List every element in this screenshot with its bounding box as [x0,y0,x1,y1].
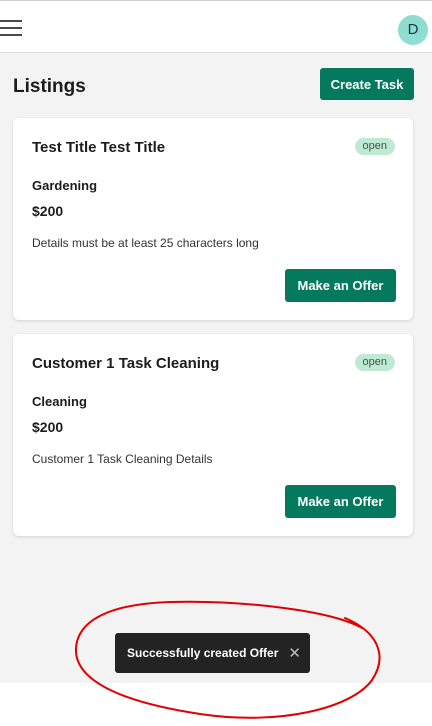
app-header: D [0,1,432,53]
toast-notification: Successfully created Offer ✕ [115,633,310,673]
listing-category: Cleaning [32,394,87,409]
create-task-button[interactable]: Create Task [320,68,414,100]
page-title: Listings [13,76,86,97]
bottom-area [0,683,432,726]
make-offer-button[interactable]: Make an Offer [285,269,396,302]
listing-details: Customer 1 Task Cleaning Details [32,452,213,466]
listing-card: Test Title Test Title open Gardening $20… [13,118,413,320]
listing-price: $200 [32,203,64,219]
listing-category: Gardening [32,178,98,193]
status-badge: open [354,354,395,371]
listing-card: Customer 1 Task Cleaning open Cleaning $… [13,334,413,536]
listing-title: Test Title Test Title [32,139,166,156]
listing-title: Customer 1 Task Cleaning [32,355,220,372]
avatar[interactable]: D [398,15,428,45]
listing-details: Details must be at least 25 characters l… [32,236,259,250]
hamburger-menu-icon[interactable] [0,20,22,38]
make-offer-button[interactable]: Make an Offer [285,485,396,518]
listing-price: $200 [32,419,64,435]
close-icon[interactable]: ✕ [288,644,301,662]
toast-message: Successfully created Offer [127,646,279,660]
status-badge: open [354,138,395,155]
